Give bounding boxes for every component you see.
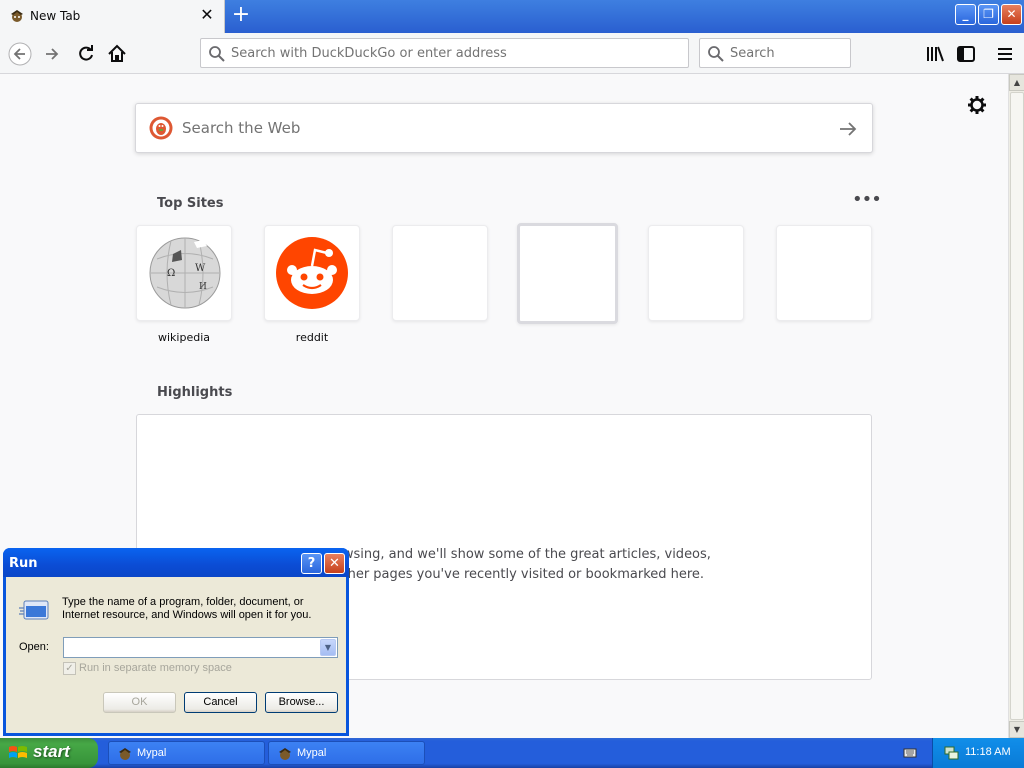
mypal-favicon-icon [11, 10, 23, 22]
taskbar-item-label: Mypal [297, 747, 327, 759]
hamburger-menu-icon[interactable] [993, 42, 1017, 66]
taskbar: start Mypal Mypal 11:18 AM [0, 738, 1024, 768]
run-program-icon [19, 600, 49, 620]
top-site-tile-wikipedia[interactable]: Ω W И [136, 225, 232, 321]
address-bar[interactable] [200, 38, 689, 68]
keyboard-icon[interactable] [903, 746, 917, 760]
restore-icon: ❐ [983, 7, 994, 21]
reload-icon[interactable] [74, 42, 98, 66]
open-combobox[interactable]: ▼ [63, 637, 338, 658]
back-arrow-icon[interactable] [8, 42, 32, 66]
run-dialog-titlebar[interactable]: Run ? ✕ [3, 548, 349, 577]
minimize-icon: _ [962, 7, 969, 21]
browse-button[interactable]: Browse... [265, 692, 338, 713]
web-search-box[interactable] [135, 103, 873, 153]
top-site-tile-empty[interactable] [648, 225, 744, 321]
wikipedia-globe-icon: Ω W И [149, 237, 221, 309]
start-button[interactable]: start [0, 738, 98, 768]
system-tray: 11:18 AM [932, 738, 1024, 768]
taskbar-item-mypal[interactable]: Mypal [268, 741, 425, 765]
svg-text:W: W [195, 263, 206, 274]
separate-memory-checkbox: ✓ [63, 662, 76, 675]
run-close-button[interactable]: ✕ [324, 553, 345, 574]
restore-button[interactable]: ❐ [978, 4, 999, 25]
window-close-button[interactable]: ✕ [1001, 4, 1022, 25]
tab-close-icon[interactable]: ✕ [198, 6, 216, 24]
ok-button: OK [103, 692, 176, 713]
svg-text:И: И [199, 282, 207, 292]
top-site-label: reddit [295, 331, 329, 344]
home-icon[interactable] [105, 42, 129, 66]
sidebar-toggle-icon[interactable] [954, 42, 978, 66]
forward-arrow-icon[interactable] [41, 42, 65, 66]
top-site-tile-empty[interactable] [776, 225, 872, 321]
top-site-label: wikipedia [157, 331, 210, 344]
open-input[interactable] [66, 639, 316, 656]
search-bar[interactable] [699, 38, 851, 68]
web-search-input[interactable] [182, 104, 822, 152]
scroll-up-icon[interactable]: ▲ [1009, 74, 1024, 91]
mypal-icon [119, 748, 131, 760]
scroll-thumb[interactable] [1010, 92, 1024, 720]
arrow-right-icon[interactable] [836, 117, 860, 141]
mypal-icon [279, 748, 291, 760]
top-site-tile-reddit[interactable] [264, 225, 360, 321]
vertical-scrollbar[interactable]: ▲ ▼ [1008, 74, 1024, 738]
highlights-title: Highlights [157, 385, 233, 400]
taskbar-item-label: Mypal [137, 747, 167, 759]
start-label: start [33, 742, 70, 761]
reddit-alien-icon [276, 237, 348, 309]
close-icon: ✕ [1006, 7, 1017, 21]
search-input[interactable] [730, 39, 845, 67]
taskbar-item-mypal[interactable]: Mypal [108, 741, 265, 765]
search-icon [209, 46, 225, 62]
scroll-down-icon[interactable]: ▼ [1009, 721, 1024, 738]
clock: 11:18 AM [965, 746, 1011, 758]
gear-icon[interactable] [966, 94, 988, 116]
windows-logo-icon [9, 746, 27, 758]
top-sites-menu-button[interactable]: ••• [852, 191, 882, 211]
top-site-tile-empty[interactable] [392, 225, 488, 321]
cancel-button[interactable]: Cancel [184, 692, 257, 713]
svg-text:Ω: Ω [167, 268, 175, 279]
network-icon[interactable] [943, 745, 959, 761]
duckduckgo-logo-icon [149, 116, 173, 140]
highlights-empty-message: art browsing, and we'll show some of the… [299, 547, 711, 582]
tab-strip: New Tab ✕ + _ ❐ ✕ [0, 0, 1024, 33]
address-input[interactable] [231, 39, 681, 67]
run-dialog: Run ? ✕ Type the name of a program, fold… [3, 548, 349, 736]
top-sites-title: Top Sites [157, 196, 224, 211]
navigation-toolbar [0, 33, 1024, 74]
search-icon [708, 46, 724, 62]
top-site-tile-empty[interactable] [517, 223, 618, 324]
run-description: Type the name of a program, folder, docu… [62, 596, 312, 621]
tab-title: New Tab [30, 9, 81, 23]
library-icon[interactable] [923, 42, 947, 66]
new-tab-button[interactable]: + [229, 4, 253, 28]
run-dialog-title: Run [9, 556, 38, 571]
minimize-button[interactable]: _ [955, 4, 976, 25]
help-button[interactable]: ? [301, 553, 322, 574]
open-label: Open: [19, 641, 49, 653]
chevron-down-icon[interactable]: ▼ [320, 639, 336, 656]
separate-memory-label: Run in separate memory space [79, 662, 232, 674]
tab-new-tab[interactable]: New Tab ✕ [0, 0, 225, 33]
